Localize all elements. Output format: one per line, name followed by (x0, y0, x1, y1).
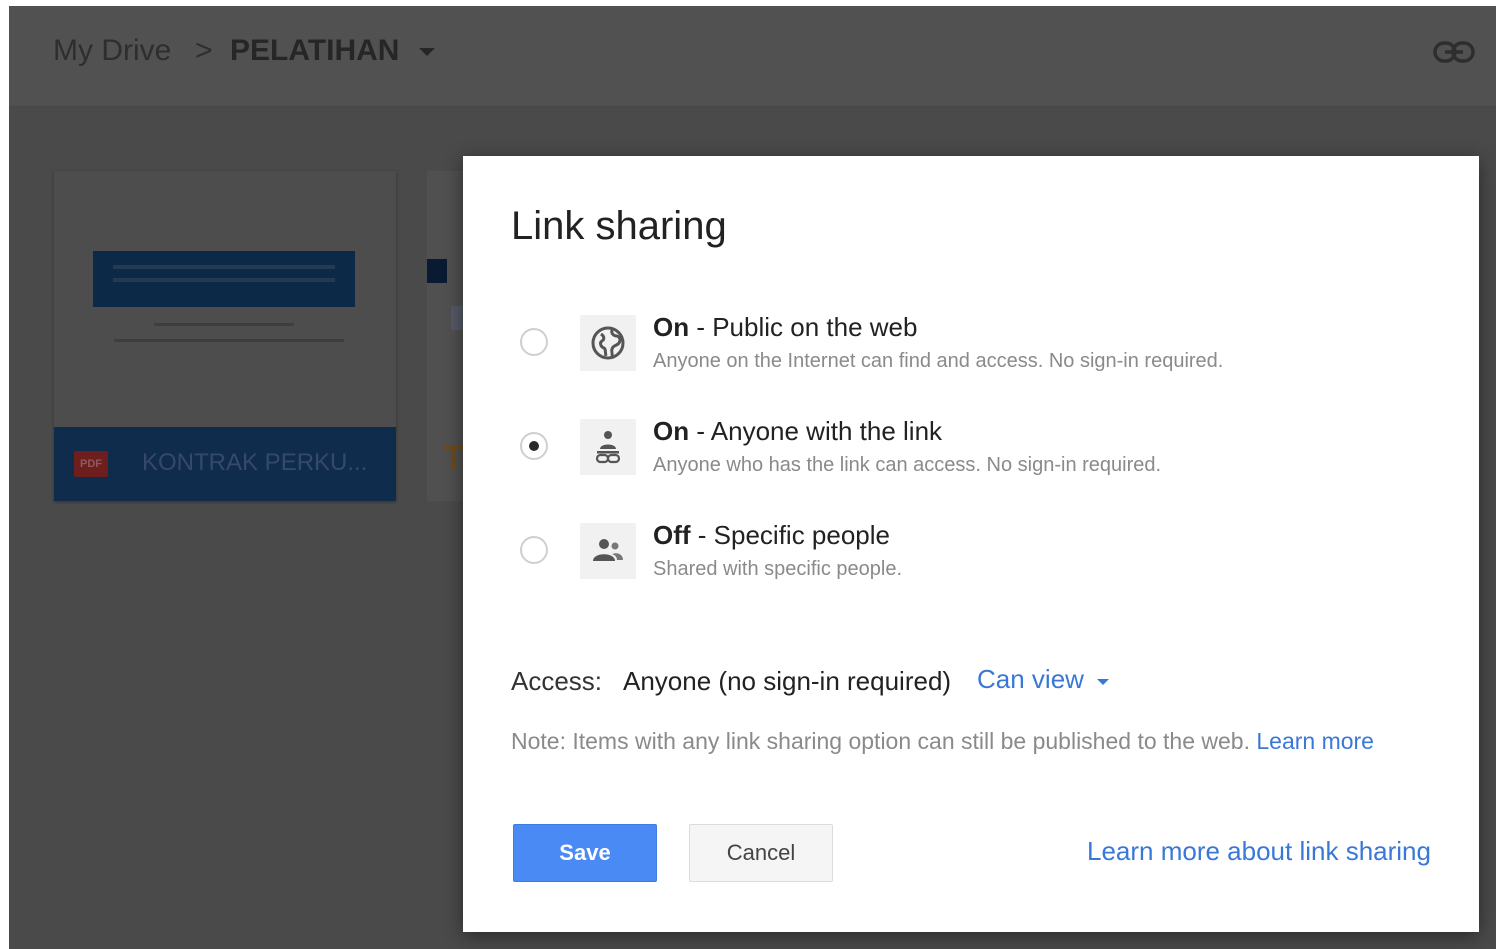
file-footer: PDF KONTRAK PERKU... (54, 427, 396, 501)
option-specific-people[interactable]: Off - Specific people Shared with specif… (463, 520, 1479, 600)
file-card[interactable]: PDF KONTRAK PERKU... (54, 171, 396, 501)
person-link-icon (580, 419, 636, 475)
option-description: Anyone who has the link can access. No s… (653, 454, 1162, 476)
option-anyone-with-link[interactable]: On - Anyone with the link Anyone who has… (463, 416, 1479, 496)
globe-icon (580, 315, 636, 371)
option-description: Shared with specific people. (653, 558, 903, 580)
file-name: T (443, 439, 464, 477)
cancel-button[interactable]: Cancel (689, 824, 833, 882)
option-public-on-web[interactable]: On - Public on the web Anyone on the Int… (463, 312, 1479, 392)
top-bar: My Drive > PELATIHAN (9, 6, 1496, 107)
option-description: Anyone on the Internet can find and acce… (653, 350, 1224, 372)
radio-public-on-web[interactable] (520, 328, 548, 356)
link-icon[interactable] (1433, 40, 1475, 64)
option-title: Off - Specific people (653, 520, 890, 550)
radio-anyone-with-link[interactable] (520, 432, 548, 460)
file-name: KONTRAK PERKU... (142, 449, 368, 476)
access-value: Anyone (no sign-in required) (623, 666, 952, 696)
chevron-down-icon[interactable] (419, 48, 435, 56)
learn-more-about-link-sharing-link[interactable]: Learn more about link sharing (1087, 836, 1431, 867)
breadcrumb-current-folder[interactable]: PELATIHAN (230, 34, 399, 68)
file-thumbnail (54, 171, 396, 427)
option-title: On - Public on the web (653, 312, 918, 342)
breadcrumb-my-drive[interactable]: My Drive (53, 34, 171, 68)
breadcrumb-separator: > (195, 34, 213, 67)
pdf-icon: PDF (74, 451, 108, 477)
publish-note: Note: Items with any link sharing option… (511, 728, 1374, 754)
permission-dropdown[interactable]: Can view (977, 664, 1084, 695)
radio-specific-people[interactable] (520, 536, 548, 564)
link-sharing-dialog: Link sharing On - Public on the web Anyo… (463, 156, 1479, 932)
save-button[interactable]: Save (513, 824, 657, 882)
chevron-down-icon[interactable] (1097, 679, 1109, 685)
dialog-title: Link sharing (511, 204, 727, 248)
option-title: On - Anyone with the link (653, 416, 943, 446)
access-label: Access: (511, 666, 603, 696)
learn-more-link[interactable]: Learn more (1256, 728, 1374, 754)
people-icon (580, 523, 636, 579)
